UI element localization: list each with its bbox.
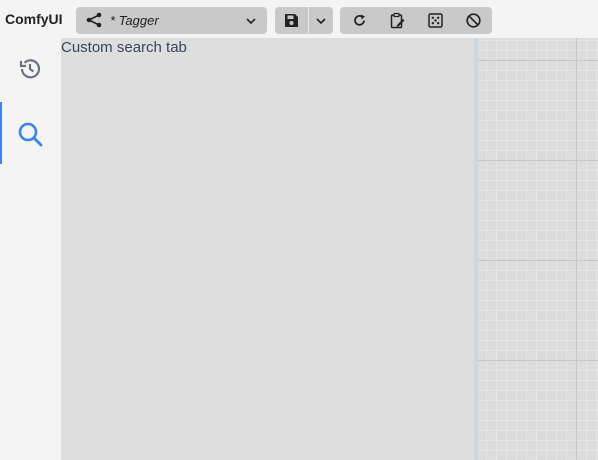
clipboard-edit-button[interactable] [378, 7, 416, 34]
sidebar-item-queue-history[interactable] [0, 38, 61, 100]
sidebar-item-search[interactable] [0, 102, 61, 164]
ban-icon [466, 13, 481, 28]
refresh-icon [354, 14, 365, 26]
save-button[interactable] [275, 7, 308, 34]
panel-content-text: Custom search tab [61, 39, 187, 56]
side-toolbar [0, 38, 61, 460]
share-nodes-icon [86, 12, 102, 28]
clipboard-edit-icon [390, 12, 405, 29]
action-button-group [340, 7, 492, 34]
save-dropdown-button[interactable] [309, 7, 333, 34]
workflow-name: * Tagger [110, 13, 159, 28]
search-icon [18, 122, 43, 147]
workflow-select[interactable]: * Tagger [76, 7, 267, 34]
top-menu-bar: ComfyUI * Tagger [0, 0, 598, 38]
search-panel: Custom search tab [61, 38, 474, 460]
fit-view-icon [428, 13, 443, 28]
refresh-button[interactable] [340, 7, 378, 34]
app-logo: ComfyUI [5, 11, 63, 27]
history-icon [19, 59, 41, 79]
cancel-button[interactable] [454, 7, 492, 34]
save-button-group [275, 7, 333, 34]
graph-canvas[interactable] [478, 38, 598, 460]
chevron-down-icon [246, 18, 256, 25]
save-icon [285, 14, 298, 27]
chevron-down-icon [316, 18, 326, 25]
fit-view-button[interactable] [416, 7, 454, 34]
